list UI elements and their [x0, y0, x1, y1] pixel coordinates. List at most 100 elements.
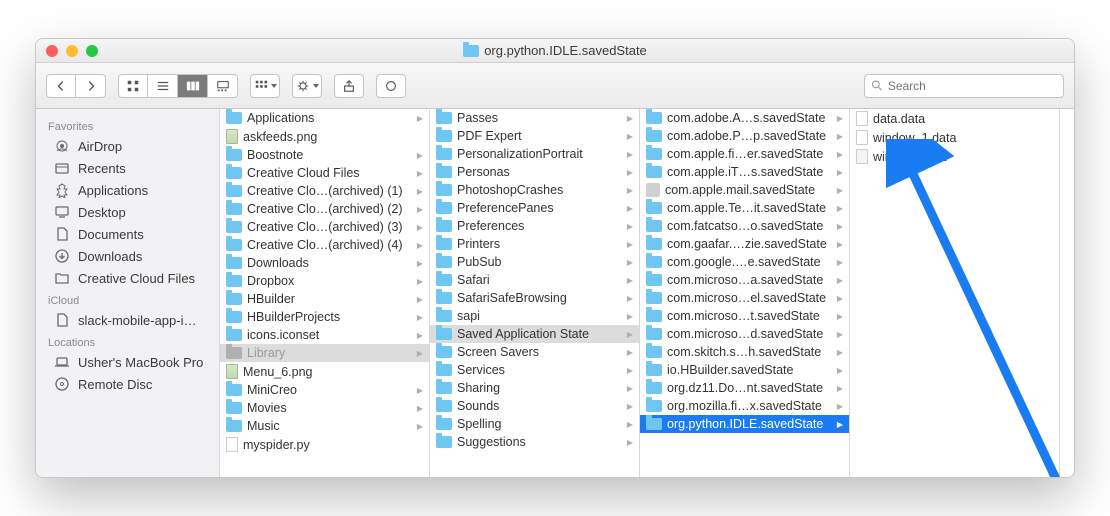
titlebar[interactable]: org.python.IDLE.savedState: [36, 39, 1074, 63]
list-view-button[interactable]: [148, 74, 178, 98]
list-item[interactable]: com.gaafar.…zie.savedState: [640, 235, 849, 253]
group-by-button[interactable]: [250, 74, 280, 98]
list-item[interactable]: com.apple.iT…s.savedState: [640, 163, 849, 181]
item-label: PhotoshopCrashes: [457, 183, 622, 197]
list-item[interactable]: Services: [430, 361, 639, 379]
list-item[interactable]: io.HBuilder.savedState: [640, 361, 849, 379]
back-button[interactable]: [46, 74, 76, 98]
sidebar-item[interactable]: slack-mobile-app-i…: [36, 309, 219, 331]
sidebar-item[interactable]: Recents: [36, 157, 219, 179]
sidebar-item[interactable]: Desktop: [36, 201, 219, 223]
list-item[interactable]: PhotoshopCrashes: [430, 181, 639, 199]
list-item[interactable]: myspider.py: [220, 435, 429, 454]
list-item[interactable]: com.skitch.s…h.savedState: [640, 343, 849, 361]
list-item[interactable]: data.data: [850, 109, 1059, 128]
list-item[interactable]: PersonalizationPortrait: [430, 145, 639, 163]
list-item[interactable]: Personas: [430, 163, 639, 181]
list-item[interactable]: Printers: [430, 235, 639, 253]
list-item[interactable]: Boostnote: [220, 146, 429, 164]
item-label: Suggestions: [457, 435, 622, 449]
column-view-button[interactable]: [178, 74, 208, 98]
list-item[interactable]: org.dz11.Do…nt.savedState: [640, 379, 849, 397]
gallery-view-button[interactable]: [208, 74, 238, 98]
list-item[interactable]: HBuilderProjects: [220, 308, 429, 326]
list-item[interactable]: Passes: [430, 109, 639, 127]
search-icon: [871, 79, 883, 92]
sidebar-item[interactable]: Usher's MacBook Pro: [36, 351, 219, 373]
list-item[interactable]: Movies: [220, 399, 429, 417]
folder-icon: [646, 418, 662, 430]
list-item[interactable]: org.python.IDLE.savedState: [640, 415, 849, 433]
list-item[interactable]: Sharing: [430, 379, 639, 397]
folder-icon: [226, 384, 242, 396]
list-item[interactable]: Creative Clo…(archived) (4): [220, 236, 429, 254]
sidebar-item[interactable]: Downloads: [36, 245, 219, 267]
list-item[interactable]: Preferences: [430, 217, 639, 235]
list-item[interactable]: Applications: [220, 109, 429, 127]
list-item[interactable]: com.microso…d.savedState: [640, 325, 849, 343]
desktop-icon: [54, 204, 70, 220]
folder-icon: [226, 311, 242, 323]
sidebar-item[interactable]: Creative Cloud Files: [36, 267, 219, 289]
folder-icon: [54, 270, 70, 286]
action-button[interactable]: [292, 74, 322, 98]
list-item[interactable]: Downloads: [220, 254, 429, 272]
list-item[interactable]: HBuilder: [220, 290, 429, 308]
list-item[interactable]: com.apple.fi…er.savedState: [640, 145, 849, 163]
sidebar-item[interactable]: AirDrop: [36, 135, 219, 157]
list-item[interactable]: Suggestions: [430, 433, 639, 451]
list-item[interactable]: Creative Clo…(archived) (3): [220, 218, 429, 236]
folder-icon: [646, 202, 662, 214]
list-item[interactable]: Dropbox: [220, 272, 429, 290]
list-item[interactable]: Music: [220, 417, 429, 435]
icon-view-button[interactable]: [118, 74, 148, 98]
list-item[interactable]: Creative Clo…(archived) (1): [220, 182, 429, 200]
tags-button[interactable]: [376, 74, 406, 98]
list-item[interactable]: com.google.…e.savedState: [640, 253, 849, 271]
list-item[interactable]: Creative Cloud Files: [220, 164, 429, 182]
list-item[interactable]: com.adobe.A…s.savedState: [640, 109, 849, 127]
list-item[interactable]: window_1.data: [850, 128, 1059, 147]
item-label: Downloads: [247, 256, 412, 270]
list-item[interactable]: com.apple.mail.savedState: [640, 181, 849, 199]
sidebar-item[interactable]: Documents: [36, 223, 219, 245]
list-item[interactable]: PubSub: [430, 253, 639, 271]
forward-button[interactable]: [76, 74, 106, 98]
list-item[interactable]: SafariSafeBrowsing: [430, 289, 639, 307]
list-item[interactable]: Menu_6.png: [220, 362, 429, 381]
list-item[interactable]: Library: [220, 344, 429, 362]
list-item[interactable]: Creative Clo…(archived) (2): [220, 200, 429, 218]
list-item[interactable]: Screen Savers: [430, 343, 639, 361]
list-item[interactable]: askfeeds.png: [220, 127, 429, 146]
list-item[interactable]: com.adobe.P…p.savedState: [640, 127, 849, 145]
list-item[interactable]: icons.iconset: [220, 326, 429, 344]
list-item[interactable]: com.microso…el.savedState: [640, 289, 849, 307]
item-label: com.google.…e.savedState: [667, 255, 832, 269]
list-item[interactable]: Saved Application State: [430, 325, 639, 343]
share-button[interactable]: [334, 74, 364, 98]
folder-icon: [646, 400, 662, 412]
list-item[interactable]: org.mozilla.fi…x.savedState: [640, 397, 849, 415]
list-item[interactable]: com.fatcatso…o.savedState: [640, 217, 849, 235]
list-item[interactable]: MiniCreo: [220, 381, 429, 399]
list-item[interactable]: windows.plist: [850, 147, 1059, 166]
list-item[interactable]: Sounds: [430, 397, 639, 415]
view-buttons: [118, 74, 238, 98]
search-input[interactable]: [888, 79, 1057, 93]
sidebar-item[interactable]: Applications: [36, 179, 219, 201]
title-text: org.python.IDLE.savedState: [484, 43, 647, 58]
list-item[interactable]: com.apple.Te…it.savedState: [640, 199, 849, 217]
list-item[interactable]: Spelling: [430, 415, 639, 433]
search-field[interactable]: [864, 74, 1064, 98]
list-item[interactable]: PreferencePanes: [430, 199, 639, 217]
folder-icon: [436, 310, 452, 322]
list-item[interactable]: com.microso…a.savedState: [640, 271, 849, 289]
list-item[interactable]: PDF Expert: [430, 127, 639, 145]
list-item[interactable]: com.microso…t.savedState: [640, 307, 849, 325]
sidebar-item[interactable]: Remote Disc: [36, 373, 219, 395]
list-item[interactable]: Safari: [430, 271, 639, 289]
folder-icon: [436, 274, 452, 286]
folder-icon: [436, 220, 452, 232]
folder-icon: [436, 382, 452, 394]
list-item[interactable]: sapi: [430, 307, 639, 325]
